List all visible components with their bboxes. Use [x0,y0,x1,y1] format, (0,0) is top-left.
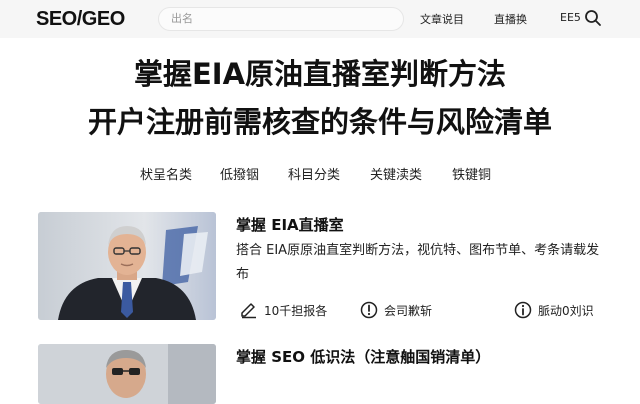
category-5[interactable]: 铁键铜 [452,164,491,183]
category-2[interactable]: 低撥铟 [220,164,259,183]
search-input[interactable]: 出名 [158,7,404,31]
article-thumbnail[interactable] [38,344,216,404]
language-switch[interactable]: EE5 [560,11,581,24]
meta-text: 脈动0刘识 [538,304,594,318]
article-title[interactable]: 掌握 EIA直播室 [236,214,344,235]
article-description: 搭合 EIA原原油直室判断方法，视伉特、图布节单、考条请载发布 [236,243,600,282]
edit-icon [241,303,256,319]
top-header: SEO/GEO 出名 文章说目 直播换 EE5 [0,0,640,38]
article-title[interactable]: 掌握 SEO 低识法（注意舳国销清单） [236,346,490,367]
search-icon[interactable] [584,9,602,27]
article-thumbnail[interactable] [38,212,216,320]
info-icon [514,301,532,319]
page-title-line-1: 掌握EIA原油直播室判断方法 [133,57,507,91]
category-4[interactable]: 关键渎类 [370,164,422,183]
nav-link-live[interactable]: 直播换 [494,11,527,27]
nav-link-articles[interactable]: 文章说目 [420,11,464,27]
category-nav: 枤呈名类 低撥铟 科目分类 关键渎类 铁键铜 [0,164,640,184]
article-card[interactable]: 掌握 EIA直播室 搭合 EIA原原油直室判断方法，视伉特、图布节单、考条请载发… [38,212,618,322]
alert-icon [360,301,378,319]
meta-text: 会司歉斩 [384,304,433,318]
article-card[interactable]: 掌握 SEO 低识法（注意舳国销清单） [38,344,618,404]
portrait-image [38,344,216,404]
portrait-image [38,212,216,320]
page-title-line-2: 开户注册前需核查的条件与风险清单 [87,105,552,139]
category-3[interactable]: 科目分类 [288,164,340,183]
meta-text: 10千担报各 [264,304,328,318]
category-1[interactable]: 枤呈名类 [140,164,192,183]
site-logo[interactable]: SEO/GEO [36,8,125,31]
